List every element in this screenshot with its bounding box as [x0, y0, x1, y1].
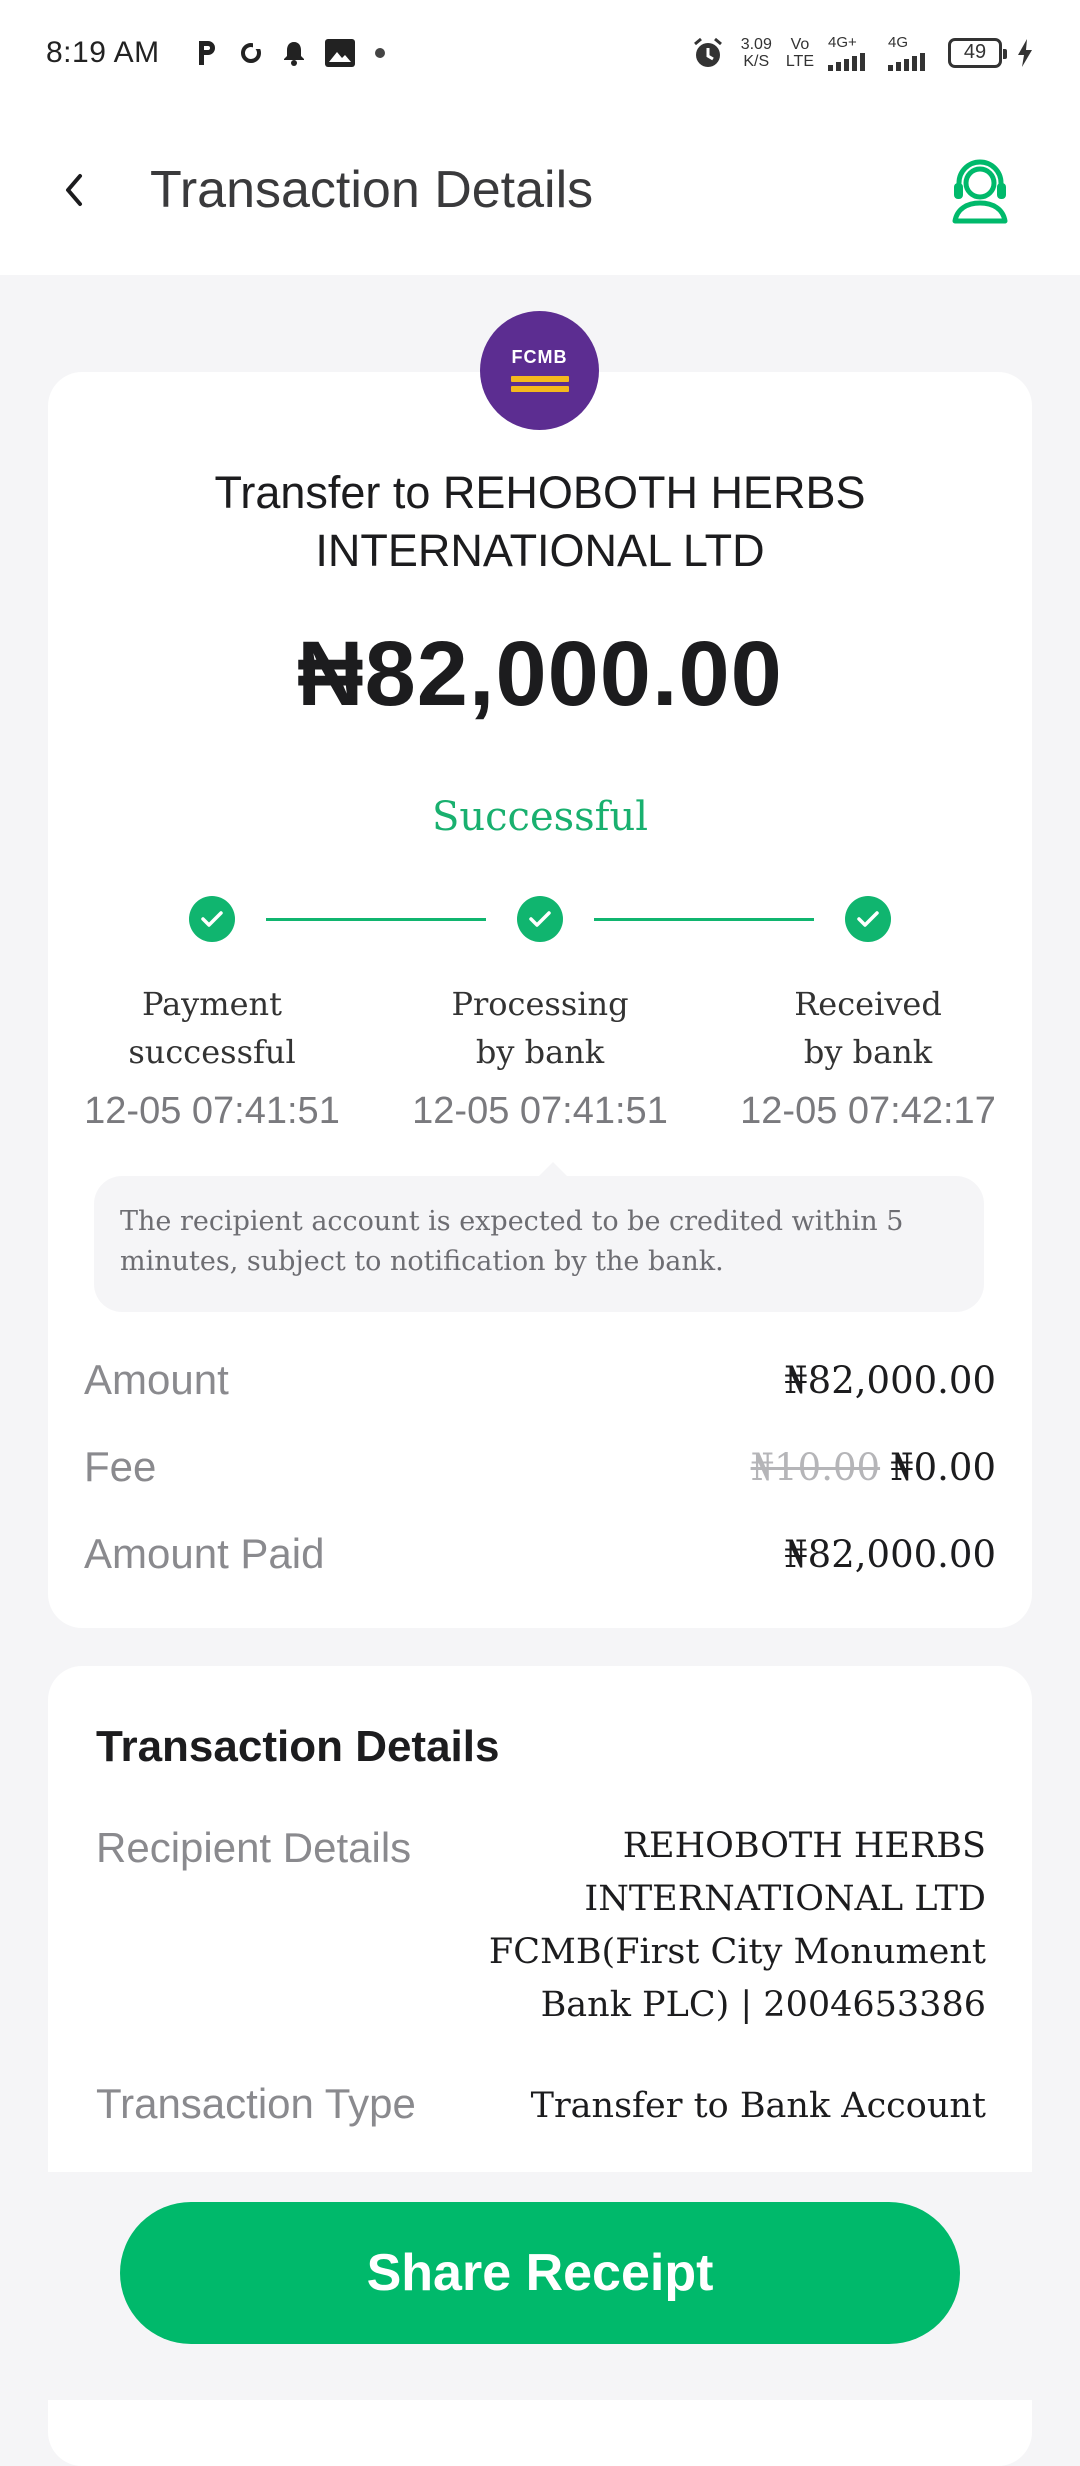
share-receipt-button[interactable]: Share Receipt: [120, 2202, 960, 2344]
progress-line-2: [594, 918, 814, 921]
battery-indicator: 49: [948, 37, 1007, 68]
volte-bottom: LTE: [785, 52, 814, 70]
transaction-summary-card: Transfer to REHOBOTH HERBS INTERNATIONAL…: [48, 372, 1032, 1628]
alarm-icon: [691, 36, 725, 70]
dot-icon: [374, 47, 386, 59]
recipient-details-value: REHOBOTH HERBS INTERNATIONAL LTD FCMB(Fi…: [466, 1820, 986, 2032]
net2-label: 4G: [888, 34, 909, 51]
recipient-name: REHOBOTH HERBS INTERNATIONAL LTD: [584, 1826, 986, 1919]
transaction-amount: ₦82,000.00: [297, 623, 783, 725]
amount-value: ₦82,000.00: [784, 1358, 996, 1402]
step-1-label-line1: Payment: [142, 985, 282, 1023]
step-1-label-line2: successful: [128, 1033, 296, 1071]
transaction-progress: [48, 896, 1032, 956]
fee-label: Fee: [84, 1443, 157, 1490]
transaction-type-value: Transfer to Bank Account: [530, 2086, 986, 2126]
step-2-label-line1: Processing: [451, 985, 629, 1023]
step-3-label-line1: Received: [794, 985, 942, 1023]
fee-original-value: ₦10.00: [750, 1445, 881, 1489]
step-2-label-line2: by bank: [475, 1033, 605, 1071]
net1-label: 4G+: [828, 34, 857, 51]
transaction-status: Successful: [431, 794, 649, 840]
bank-logo: FCMB: [480, 311, 599, 430]
step-3-check-icon: [845, 896, 891, 942]
step-2-check-icon: [517, 896, 563, 942]
transaction-type-label: Transaction Type: [96, 2080, 416, 2127]
speed-unit: K/S: [743, 52, 770, 70]
step-3-time: 12-05 07:42:17: [740, 1090, 996, 1132]
amount-row: Amount ₦82,000.00: [84, 1350, 996, 1410]
step-3-label: Received by bank: [718, 980, 1018, 1076]
step-1-time: 12-05 07:41:51: [84, 1090, 340, 1132]
progress-line-1: [266, 918, 486, 921]
parking-icon: [194, 39, 220, 67]
page-title: Transaction Details: [150, 161, 594, 219]
notification-bell-icon: [282, 40, 306, 66]
amount-paid-label: Amount Paid: [84, 1530, 325, 1577]
volte-top: Vo: [790, 35, 810, 53]
amount-label: Amount: [84, 1356, 229, 1403]
step-1-label: Payment successful: [62, 980, 362, 1076]
amount-paid-row: Amount Paid ₦82,000.00: [84, 1524, 996, 1584]
fee-value: ₦0.00: [890, 1445, 996, 1489]
step-2-time: 12-05 07:41:51: [412, 1090, 668, 1132]
status-time: 8:19 AM: [46, 35, 160, 69]
bank-logo-bar-1: [510, 376, 569, 382]
back-button[interactable]: [60, 160, 120, 220]
signal-1-icon: 4G+: [828, 34, 874, 71]
app-header: Transaction Details: [0, 105, 1080, 275]
step-1-check-icon: [189, 896, 235, 942]
signal-2-icon: 4G: [888, 34, 934, 71]
bank-logo-bar-2: [510, 386, 569, 392]
gallery-icon: [324, 38, 356, 68]
details-section-title: Transaction Details: [96, 1722, 500, 1771]
step-3-label-line2: by bank: [803, 1033, 933, 1071]
volte-indicator: Vo LTE: [786, 36, 814, 70]
network-speed: 3.09 K/S: [741, 36, 772, 70]
recipient-bank-account: FCMB(First City Monument Bank PLC) | 200…: [488, 1932, 986, 2025]
sync-icon: [238, 40, 264, 66]
fee-row: Fee ₦10.00 ₦0.00: [84, 1437, 996, 1497]
status-bar: 8:19 AM 3.09 K/S Vo LTE 4G+ 4G 49: [0, 0, 1080, 105]
chevron-left-icon: [66, 174, 82, 206]
transaction-title: Transfer to REHOBOTH HERBS INTERNATIONAL…: [214, 467, 866, 576]
customer-support-button[interactable]: [940, 150, 1020, 230]
amount-paid-value: ₦82,000.00: [784, 1532, 996, 1576]
charging-icon: [1016, 38, 1034, 68]
speed-value: 3.09: [740, 35, 772, 53]
bank-logo-text: FCMB: [511, 347, 568, 367]
recipient-details-label: Recipient Details: [96, 1824, 412, 1871]
step-2-label: Processing by bank: [390, 980, 690, 1076]
headset-support-icon: [952, 159, 1008, 224]
battery-level: 49: [963, 41, 987, 63]
credit-timing-note: The recipient account is expected to be …: [94, 1162, 984, 1312]
fee-value-group: ₦10.00 ₦0.00: [751, 1446, 996, 1489]
